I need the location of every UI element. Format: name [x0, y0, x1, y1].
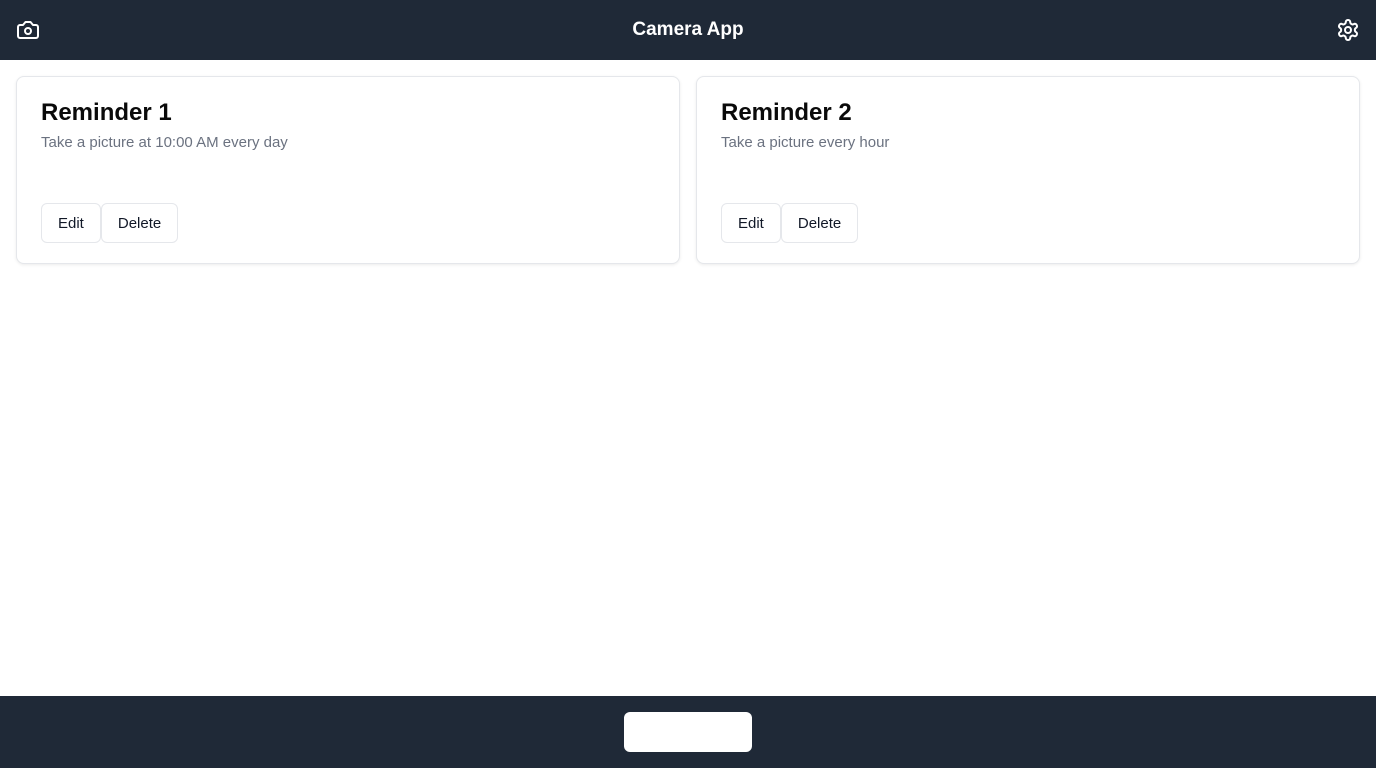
delete-button[interactable]: Delete: [780, 203, 859, 243]
reminder-card: Reminder 2 Take a picture every hour Edi…: [696, 76, 1360, 264]
camera-button[interactable]: [16, 18, 40, 42]
reminder-title: Reminder 1: [41, 99, 172, 126]
edit-button[interactable]: Edit: [41, 203, 101, 243]
gear-icon: [1338, 19, 1358, 41]
reminder-title: Reminder 2: [721, 99, 852, 126]
reminder-description: Take a picture every hour: [721, 134, 890, 151]
reminder-description: Take a picture at 10:00 AM every day: [41, 134, 288, 151]
camera-icon: [17, 21, 39, 39]
delete-button[interactable]: Delete: [100, 203, 179, 243]
reminder-card: Reminder 1 Take a picture at 10:00 AM ev…: [16, 76, 680, 264]
camera-app: Camera App Reminder 1 Take a picture at …: [0, 0, 1376, 768]
page-title: Camera App: [632, 19, 744, 40]
reminder-actions: Edit Delete: [41, 203, 655, 243]
settings-button[interactable]: [1336, 18, 1360, 42]
capture-button[interactable]: [624, 712, 752, 752]
reminder-list: Reminder 1 Take a picture at 10:00 AM ev…: [0, 60, 1376, 696]
top-bar: Camera App: [0, 0, 1376, 60]
reminder-actions: Edit Delete: [721, 203, 1335, 243]
bottom-bar: [0, 696, 1376, 768]
edit-button[interactable]: Edit: [721, 203, 781, 243]
